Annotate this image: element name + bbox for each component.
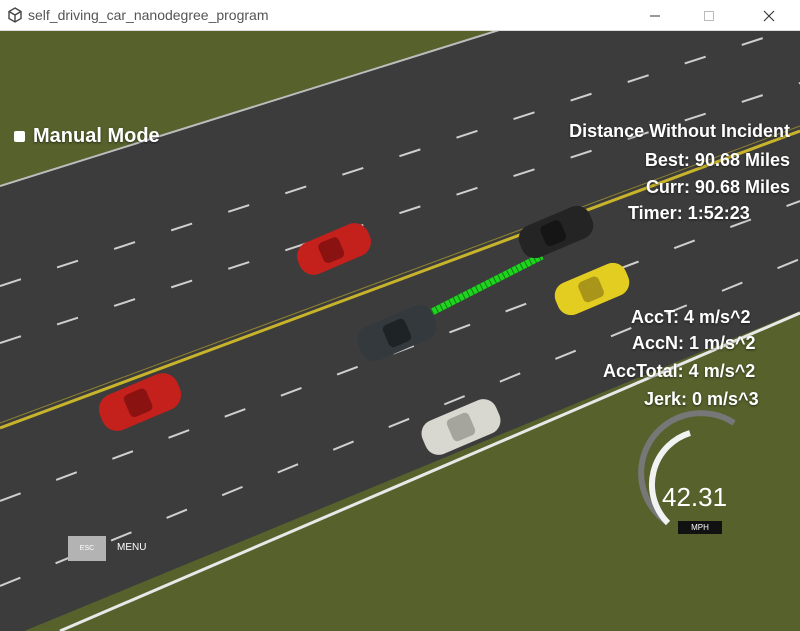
- close-button[interactable]: [746, 0, 792, 31]
- minimize-button[interactable]: [632, 0, 678, 31]
- window-titlebar: self_driving_car_nanodegree_program: [0, 0, 800, 31]
- acc-n: AccN: 1 m/s^2: [632, 333, 756, 353]
- jerk: Jerk: 0 m/s^3: [644, 389, 759, 409]
- esc-button[interactable]: ESC: [68, 536, 106, 561]
- manual-mode-label: Manual Mode: [33, 125, 160, 147]
- minimize-icon: [650, 15, 660, 16]
- acc-t: AccT: 4 m/s^2: [631, 307, 751, 327]
- speed-value: 42.31: [662, 482, 728, 512]
- close-icon: [763, 10, 775, 21]
- timer: Timer: 1:52:23: [628, 203, 750, 223]
- window-title: self_driving_car_nanodegree_program: [28, 7, 269, 23]
- speed-unit: MPH: [678, 521, 722, 534]
- manual-mode-checkbox[interactable]: [14, 131, 25, 142]
- current-distance: Curr: 90.68 Miles: [645, 177, 790, 197]
- acc-total: AccTotal: 4 m/s^2: [603, 361, 756, 381]
- maximize-button[interactable]: [686, 0, 732, 31]
- distance-title: Distance Without Incident: [569, 121, 790, 141]
- unity-icon: [8, 7, 22, 23]
- maximize-icon: [704, 10, 714, 21]
- manual-mode-toggle[interactable]: Manual Mode: [14, 125, 160, 148]
- menu-label[interactable]: MENU: [117, 542, 146, 553]
- simulator-viewport: Manual Mode Distance Without Incident Be…: [0, 31, 800, 631]
- best-distance: Best: 90.68 Miles: [644, 150, 790, 170]
